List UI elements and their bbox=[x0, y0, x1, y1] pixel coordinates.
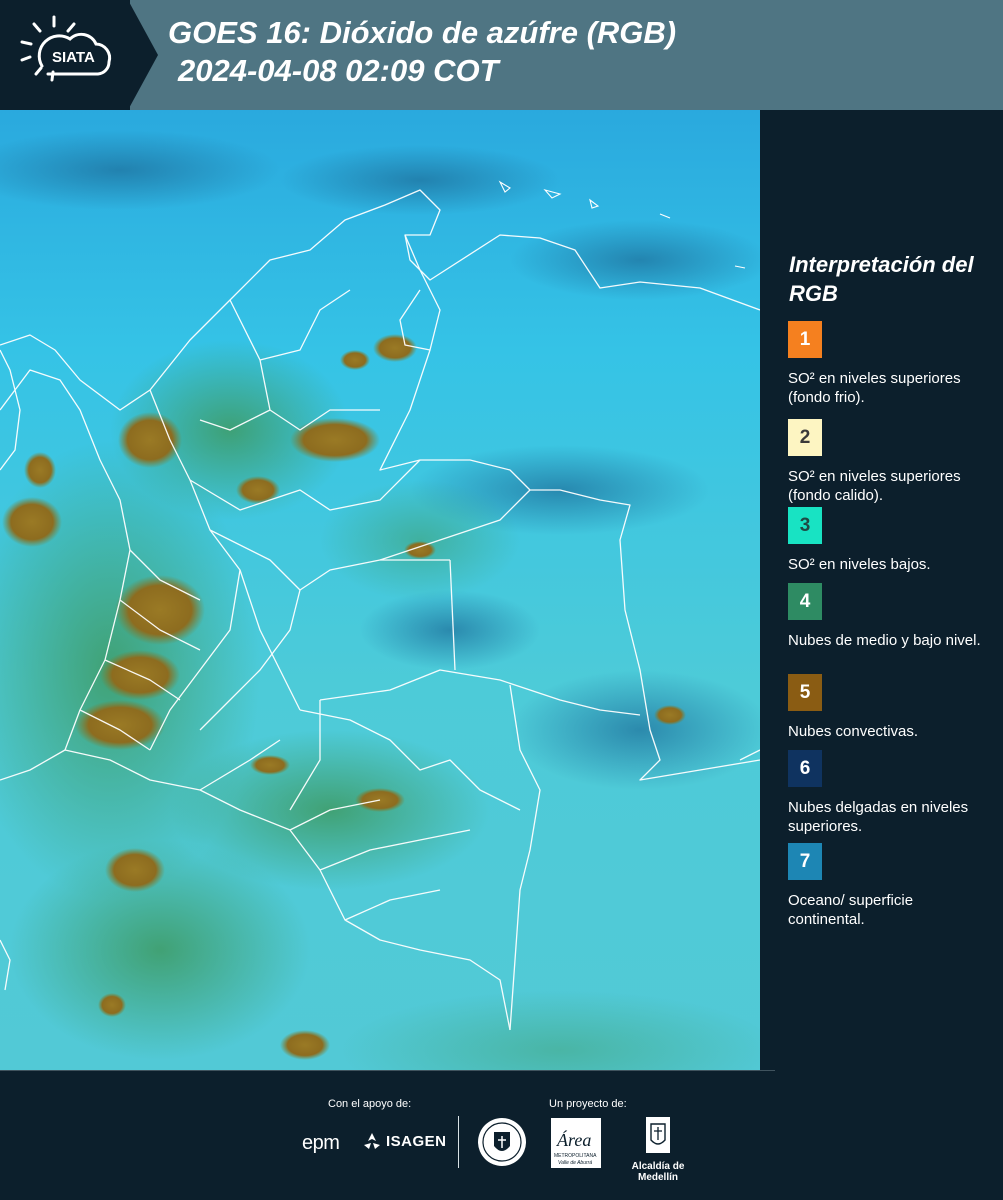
legend-swatch-3: 3 bbox=[788, 507, 822, 544]
isagen-icon bbox=[364, 1133, 380, 1149]
epm-logo: epm bbox=[302, 1132, 340, 1154]
legend-item-5: 5 Nubes convectivas. bbox=[788, 674, 993, 741]
legend-desc-1: SO² en niveles superiores (fondo frio). bbox=[788, 370, 961, 406]
area-logo-sub1: METROPOLITANA bbox=[554, 1153, 597, 1159]
legend-number-2: 2 bbox=[799, 426, 811, 448]
legend-desc-2: SO² en niveles superiores (fondo calido)… bbox=[788, 468, 961, 504]
legend-swatch-1: 1 bbox=[788, 321, 822, 358]
siata-logo: SIATA bbox=[0, 0, 130, 110]
footer: Con el apoyo de: Un proyecto de: epm ISA… bbox=[0, 1070, 1003, 1200]
header-band: SIATA GOES 16: Dióxido de azúfre (RGB) 2… bbox=[0, 0, 1003, 110]
legend-swatch-6: 6 bbox=[788, 750, 822, 787]
siata-logo-text: SIATA bbox=[52, 49, 95, 66]
legend-swatch-5: 5 bbox=[788, 674, 822, 711]
support-label: Con el apoyo de: bbox=[328, 1098, 412, 1110]
isagen-logo: ISAGEN bbox=[362, 1132, 447, 1150]
legend-desc-3: SO² en niveles bajos. bbox=[788, 556, 931, 573]
legend-item-7: 7 Oceano/ superficie continental. bbox=[788, 843, 993, 929]
alcaldia-logo: Alcaldía de Medellín bbox=[612, 1116, 704, 1183]
isagen-text: ISAGEN bbox=[386, 1132, 447, 1150]
siata-logo-icon: SIATA bbox=[20, 15, 112, 82]
medellin-seal-icon bbox=[478, 1118, 526, 1166]
legend-panel: Interpretación del RGB 1 SO² en niveles … bbox=[760, 110, 1003, 1070]
timestamp: 2024-04-08 02:09 COT bbox=[178, 53, 499, 88]
area-logo-sub2: Valle de Aburrá bbox=[558, 1160, 592, 1166]
legend-number-1: 1 bbox=[799, 328, 811, 350]
legend-desc-4: Nubes de medio y bajo nivel. bbox=[788, 632, 981, 649]
legend-item-1: 1 SO² en niveles superiores (fondo frio)… bbox=[788, 321, 993, 407]
footer-divider bbox=[0, 1070, 775, 1071]
legend-swatch-7: 7 bbox=[788, 843, 822, 880]
logo-chevron bbox=[128, 0, 158, 110]
legend-desc-7: Oceano/ superficie continental. bbox=[788, 892, 914, 928]
legend-desc-6: Nubes delgadas en niveles superiores. bbox=[788, 799, 969, 835]
page-title: GOES 16: Dióxido de azúfre (RGB) bbox=[168, 15, 677, 50]
alcaldia-text: Alcaldía de Medellín bbox=[631, 1161, 685, 1183]
satellite-map-svg bbox=[0, 110, 760, 1070]
legend-item-3: 3 SO² en niveles bajos. bbox=[788, 507, 993, 574]
footer-vertical-divider bbox=[458, 1116, 459, 1168]
satellite-image bbox=[0, 110, 760, 1070]
legend-item-4: 4 Nubes de medio y bajo nivel. bbox=[788, 583, 993, 650]
legend-number-4: 4 bbox=[799, 590, 811, 612]
legend-swatch-4: 4 bbox=[788, 583, 822, 620]
legend-desc-5: Nubes convectivas. bbox=[788, 723, 919, 740]
area-metropolitana-logo: Área METROPOLITANA Valle de Aburrá bbox=[551, 1118, 601, 1168]
legend-number-3: 3 bbox=[799, 514, 811, 536]
alcaldia-shield-icon bbox=[646, 1117, 670, 1153]
project-label: Un proyecto de: bbox=[549, 1098, 627, 1110]
legend-number-5: 5 bbox=[799, 681, 811, 703]
legend-title: Interpretación del RGB bbox=[789, 252, 974, 306]
legend-swatch-2: 2 bbox=[788, 419, 822, 456]
legend-item-6: 6 Nubes delgadas en niveles superiores. bbox=[788, 750, 993, 836]
legend-number-7: 7 bbox=[799, 850, 811, 872]
legend-number-6: 6 bbox=[799, 757, 811, 779]
legend-item-2: 2 SO² en niveles superiores (fondo calid… bbox=[788, 419, 993, 505]
area-logo-title: Área bbox=[556, 1129, 591, 1150]
